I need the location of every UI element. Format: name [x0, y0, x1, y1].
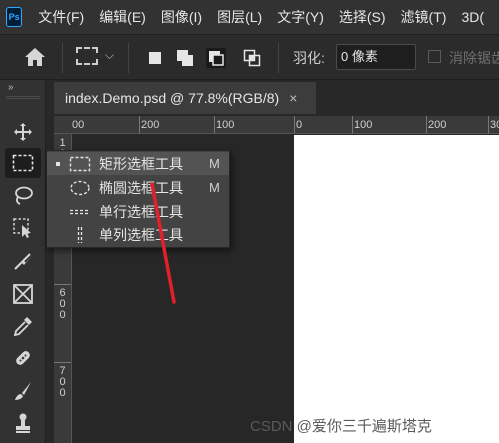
watermark: CSDN @爱你三千遍斯塔克	[250, 418, 432, 435]
annotation-arrow	[150, 182, 176, 304]
